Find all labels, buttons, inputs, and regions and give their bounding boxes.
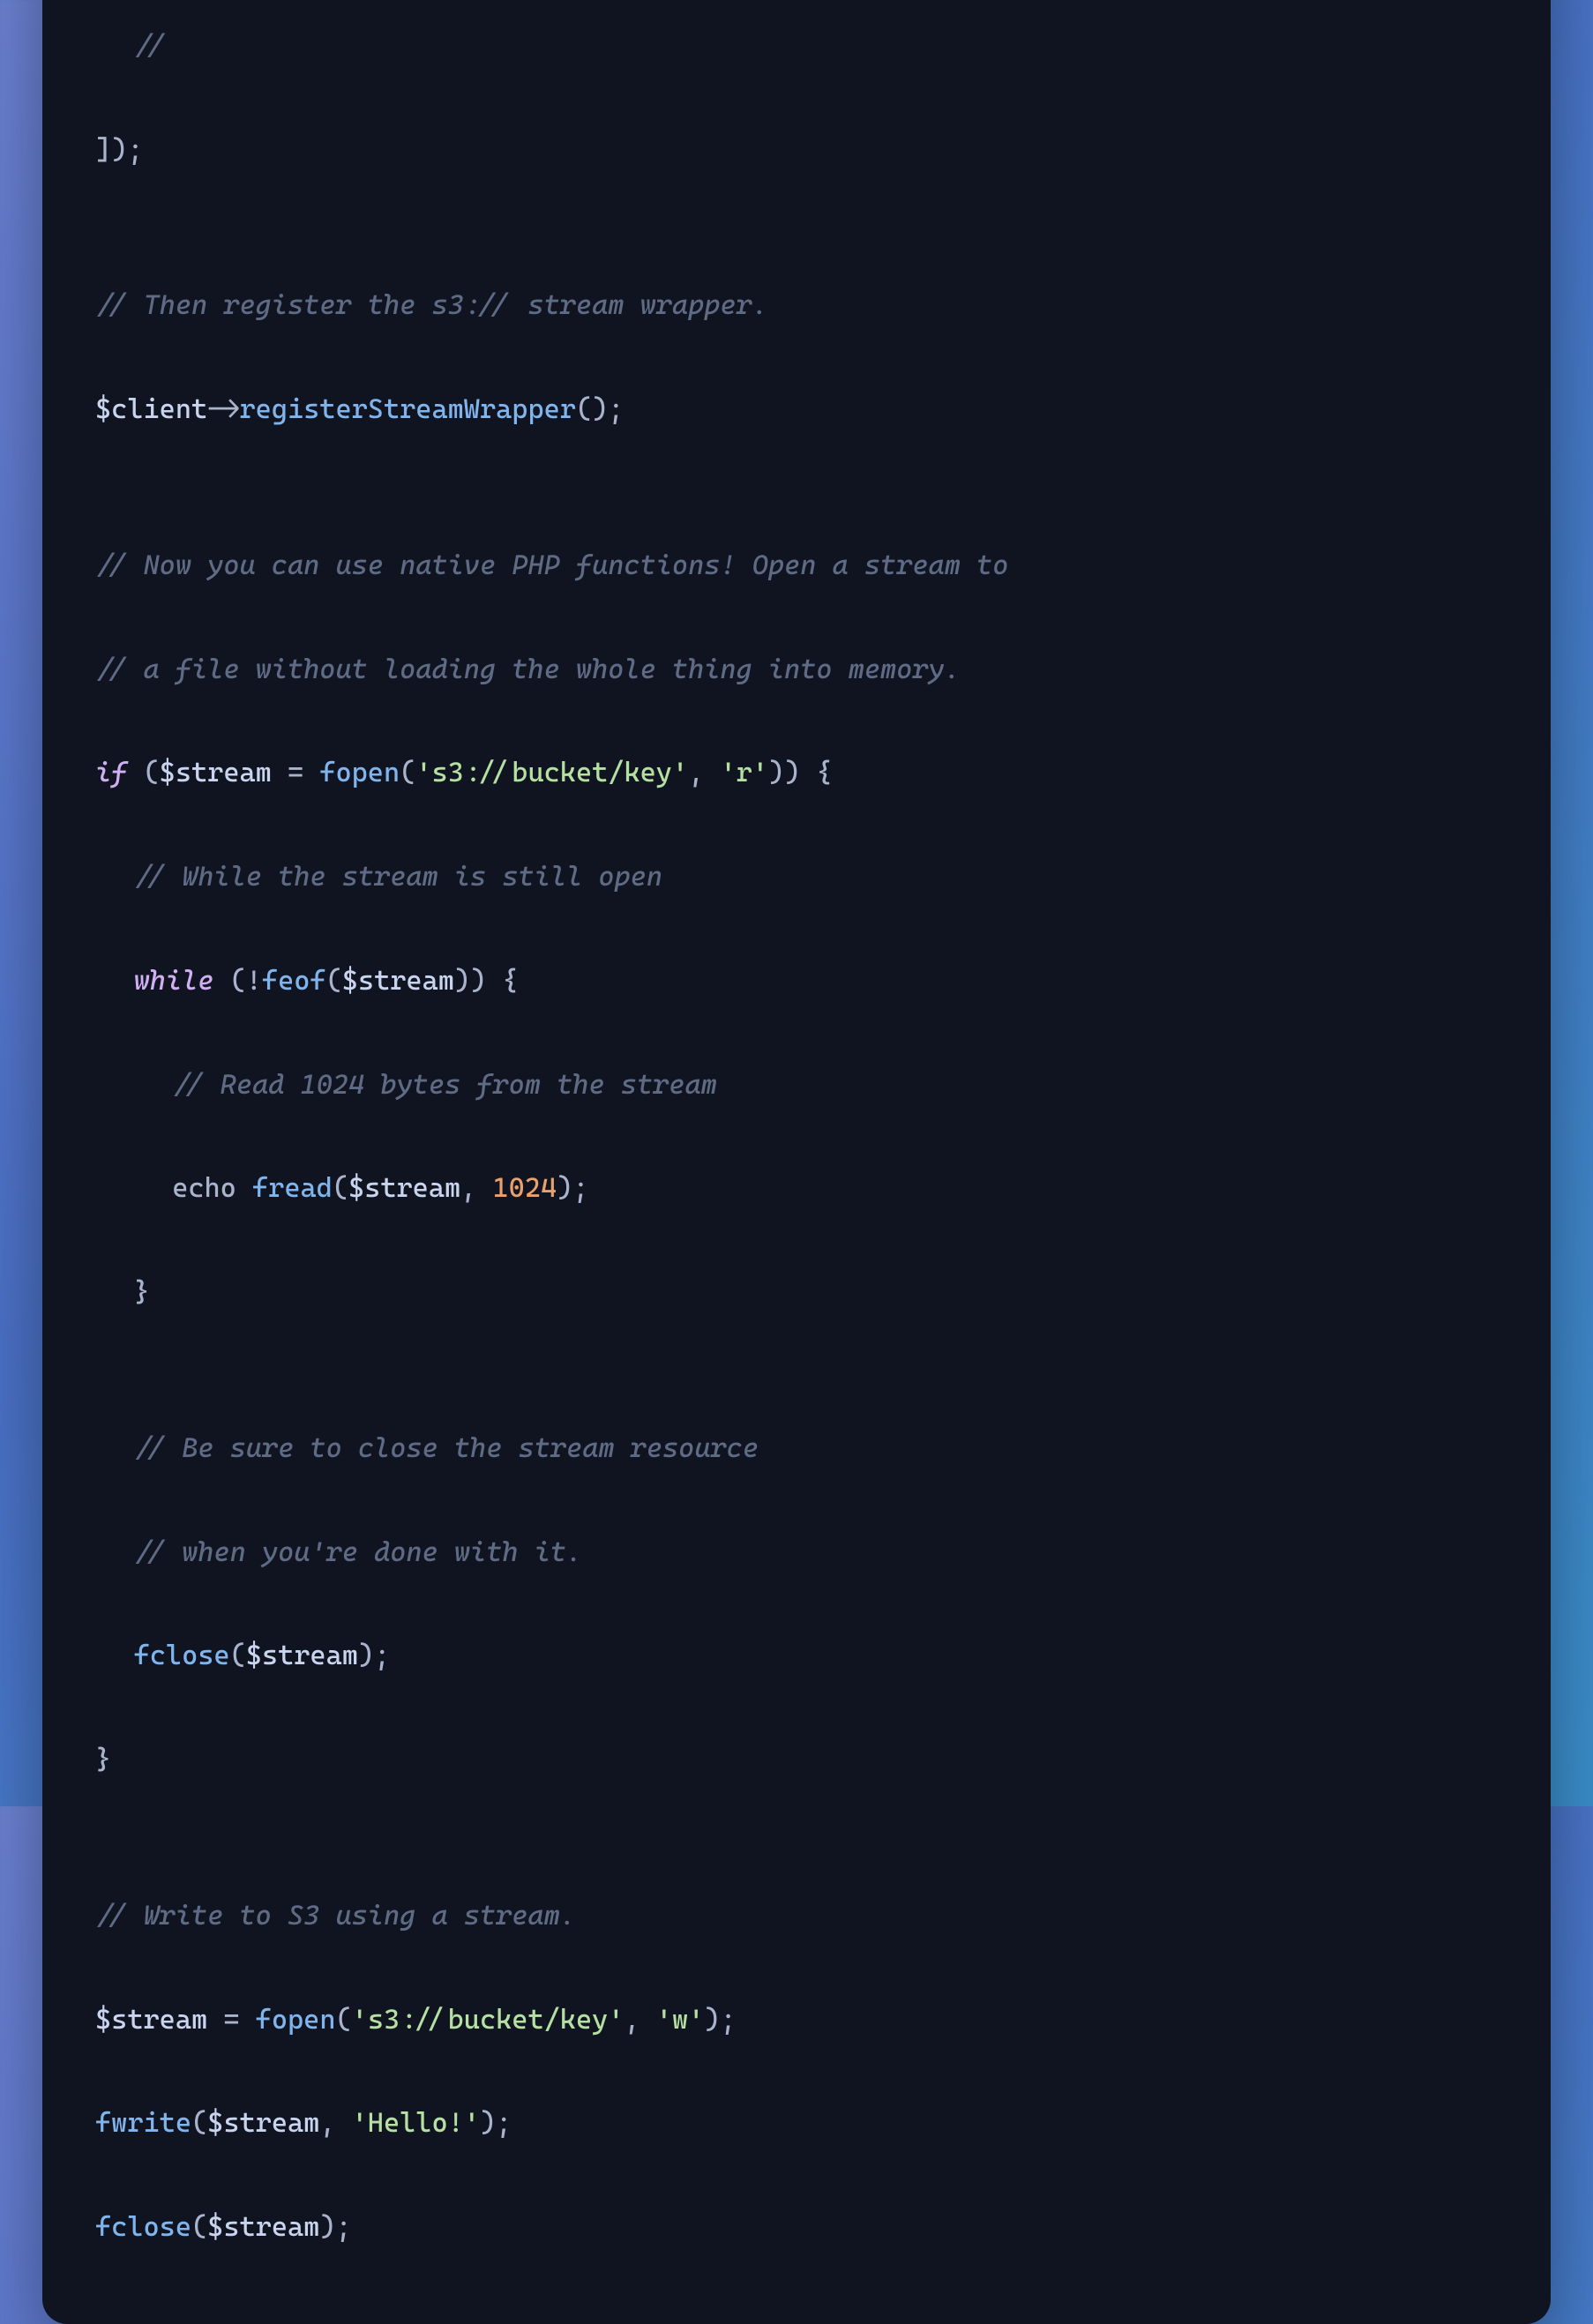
operator: =	[207, 2004, 256, 2036]
variable: $client	[95, 393, 207, 425]
comma: ,	[624, 2004, 655, 2036]
variable: $stream	[95, 2004, 207, 2036]
brace-open: )) {	[454, 965, 519, 997]
paren-open: (	[191, 2107, 207, 2139]
line-end: ();	[576, 393, 624, 425]
function: fwrite	[95, 2107, 191, 2139]
variable: $stream	[160, 757, 272, 788]
comma: ,	[319, 2107, 351, 2139]
string: 's3://bucket/key'	[352, 2004, 624, 2036]
variable: $stream	[246, 1640, 358, 1671]
paren: (!	[213, 965, 262, 997]
string: 's3://bucket/key'	[415, 757, 688, 788]
function: feof	[262, 965, 326, 997]
line-end: );	[358, 1640, 390, 1671]
comment: // Read 1024 bytes from the stream	[172, 1069, 717, 1101]
line-end: );	[480, 2107, 512, 2139]
comment: // While the stream is still open	[134, 861, 662, 893]
function: fread	[252, 1172, 333, 1204]
string: 'r'	[720, 757, 768, 788]
brace-open: )) {	[768, 757, 833, 788]
comment: // Be sure to close the stream resource	[134, 1432, 759, 1464]
operator: =	[272, 757, 320, 788]
paren-open: (	[326, 965, 342, 997]
paren-open: (	[333, 1172, 348, 1204]
line-end: );	[704, 2004, 736, 2036]
comma: ,	[688, 757, 720, 788]
brackets-close: ]);	[95, 134, 144, 166]
variable: $stream	[348, 1172, 460, 1204]
comment: // when you're done with it.	[134, 1536, 583, 1568]
string: 'Hello!'	[352, 2107, 480, 2139]
function: fclose	[95, 2211, 191, 2243]
keyword-if: if	[95, 757, 127, 788]
code-card: // Get the client from a Laravel disk. $…	[42, 0, 1551, 2324]
line-end: );	[557, 1172, 588, 1204]
brace-close: }	[134, 1276, 150, 1308]
keyword-while: while	[134, 965, 214, 997]
variable: $stream	[207, 2107, 319, 2139]
variable: $stream	[207, 2211, 319, 2243]
arrow: ->	[207, 393, 239, 425]
line-end: );	[319, 2211, 351, 2243]
number: 1024	[493, 1172, 557, 1204]
comment: // Now you can use native PHP functions!…	[95, 549, 1008, 581]
comment: //	[134, 30, 166, 62]
variable: $stream	[342, 965, 454, 997]
brace-close: }	[95, 1744, 111, 1775]
function: fclose	[134, 1640, 230, 1671]
function: fopen	[319, 757, 400, 788]
comment: // a file without loading the whole thin…	[95, 654, 961, 685]
code-block[interactable]: // Get the client from a Laravel disk. $…	[95, 0, 1498, 2253]
method: registerStreamWrapper	[239, 393, 575, 425]
function: fopen	[256, 2004, 336, 2036]
paren-open: (	[191, 2211, 207, 2243]
comment: // Write to S3 using a stream.	[95, 1900, 576, 1932]
string: 'w'	[656, 2004, 705, 2036]
paren-open: (	[400, 757, 415, 788]
keyword-echo: echo	[172, 1172, 252, 1204]
comma: ,	[460, 1172, 492, 1204]
paren-open: (	[335, 2004, 351, 2036]
paren-open: (	[230, 1640, 246, 1671]
paren: (	[127, 757, 159, 788]
comment: // Then register the s3:// stream wrappe…	[95, 289, 768, 321]
